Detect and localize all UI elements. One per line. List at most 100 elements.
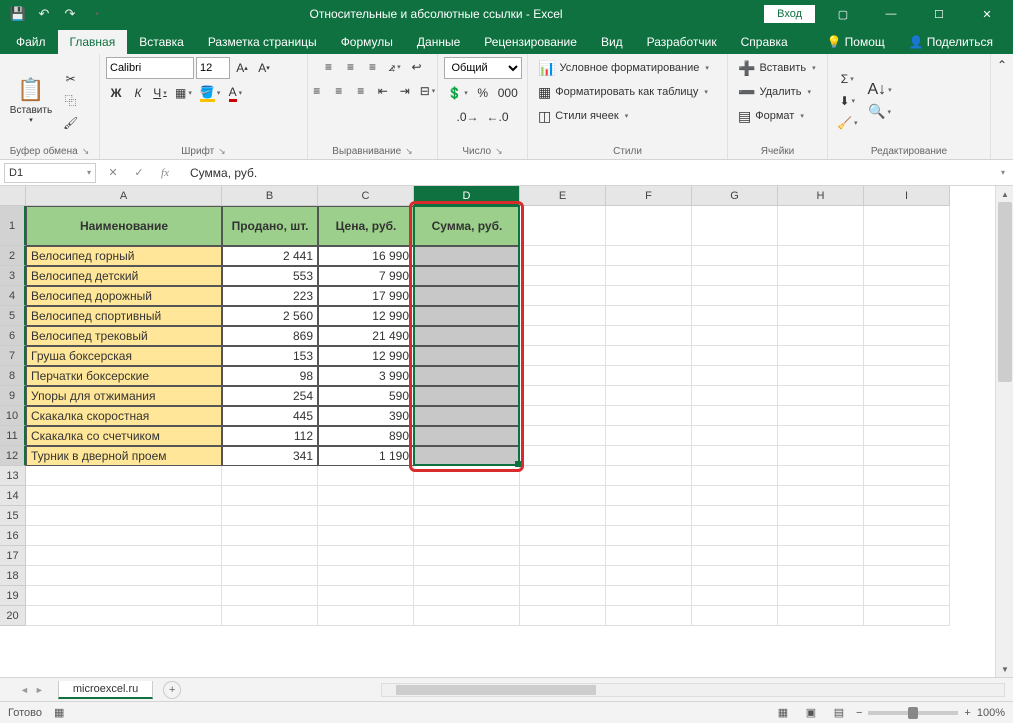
find-icon[interactable]: 🔍 (864, 102, 894, 122)
cell-B2[interactable]: 2 441 (222, 246, 318, 266)
row-header-11[interactable]: 11 (0, 426, 26, 446)
cell-B10[interactable]: 445 (222, 406, 318, 426)
cell-H20[interactable] (778, 606, 864, 626)
align-left-icon[interactable]: ≡ (307, 81, 327, 101)
collapse-ribbon-icon[interactable]: ⌃ (991, 54, 1013, 159)
cell-G3[interactable] (692, 266, 778, 286)
cell-F15[interactable] (606, 506, 692, 526)
cell-I4[interactable] (864, 286, 950, 306)
cell-D13[interactable] (414, 466, 520, 486)
row-header-12[interactable]: 12 (0, 446, 26, 466)
fill-color-icon[interactable]: 🪣 (197, 83, 223, 103)
bold-button[interactable]: Ж (106, 83, 126, 103)
tab-рецензирование[interactable]: Рецензирование (472, 30, 589, 54)
cell-C7[interactable]: 12 990 (318, 346, 414, 366)
conditional-format-button[interactable]: 📊Условное форматирование (534, 57, 721, 79)
login-button[interactable]: Вход (764, 5, 815, 23)
cell-H15[interactable] (778, 506, 864, 526)
align-right-icon[interactable]: ≡ (351, 81, 371, 101)
cell-D18[interactable] (414, 566, 520, 586)
format-cells-button[interactable]: ▤Формат (734, 105, 821, 127)
align-launcher[interactable]: ↘ (405, 146, 413, 157)
cell-G12[interactable] (692, 446, 778, 466)
cell-C18[interactable] (318, 566, 414, 586)
cell-C4[interactable]: 17 990 (318, 286, 414, 306)
cell-E7[interactable] (520, 346, 606, 366)
cell-G15[interactable] (692, 506, 778, 526)
cell-G9[interactable] (692, 386, 778, 406)
cell-C14[interactable] (318, 486, 414, 506)
cell-D15[interactable] (414, 506, 520, 526)
tab-разработчик[interactable]: Разработчик (635, 30, 729, 54)
cell-D7[interactable] (414, 346, 520, 366)
cell-F17[interactable] (606, 546, 692, 566)
cell-C15[interactable] (318, 506, 414, 526)
cell-G5[interactable] (692, 306, 778, 326)
col-header-B[interactable]: B (222, 186, 318, 206)
save-icon[interactable]: 💾 (6, 2, 30, 26)
row-header-9[interactable]: 9 (0, 386, 26, 406)
align-middle-icon[interactable]: ≡ (341, 57, 361, 77)
cell-G14[interactable] (692, 486, 778, 506)
cell-B1[interactable]: Продано, шт. (222, 206, 318, 246)
cell-D17[interactable] (414, 546, 520, 566)
cell-B9[interactable]: 254 (222, 386, 318, 406)
expand-formula-icon[interactable]: ▾ (993, 168, 1013, 177)
cell-D11[interactable] (414, 426, 520, 446)
cut-icon[interactable]: ✂ (60, 69, 81, 89)
cell-E12[interactable] (520, 446, 606, 466)
cell-I5[interactable] (864, 306, 950, 326)
cell-I17[interactable] (864, 546, 950, 566)
col-header-F[interactable]: F (606, 186, 692, 206)
number-launcher[interactable]: ↘ (495, 146, 503, 157)
cell-C1[interactable]: Цена, руб. (318, 206, 414, 246)
col-header-E[interactable]: E (520, 186, 606, 206)
clipboard-launcher[interactable]: ↘ (82, 146, 90, 157)
col-header-D[interactable]: D (414, 186, 520, 206)
cell-G7[interactable] (692, 346, 778, 366)
cell-D2[interactable] (414, 246, 520, 266)
zoom-out-icon[interactable]: − (856, 707, 862, 719)
cell-G10[interactable] (692, 406, 778, 426)
cell-A3[interactable]: Велосипед детский (26, 266, 222, 286)
format-table-button[interactable]: ▦Форматировать как таблицу (534, 81, 721, 103)
scroll-down-icon[interactable]: ▼ (996, 661, 1013, 677)
currency-icon[interactable]: 💲 (444, 83, 470, 103)
tab-справка[interactable]: Справка (729, 30, 800, 54)
cell-F4[interactable] (606, 286, 692, 306)
col-header-C[interactable]: C (318, 186, 414, 206)
select-all-corner[interactable] (0, 186, 26, 206)
cell-E4[interactable] (520, 286, 606, 306)
normal-view-icon[interactable]: ▦ (772, 704, 794, 722)
cell-G18[interactable] (692, 566, 778, 586)
cell-E15[interactable] (520, 506, 606, 526)
cell-I7[interactable] (864, 346, 950, 366)
row-header-16[interactable]: 16 (0, 526, 26, 546)
horizontal-scrollbar[interactable] (381, 683, 1005, 697)
align-bottom-icon[interactable]: ≡ (363, 57, 383, 77)
cell-G2[interactable] (692, 246, 778, 266)
cell-D1[interactable]: Сумма, руб. (414, 206, 520, 246)
cell-C16[interactable] (318, 526, 414, 546)
cell-B6[interactable]: 869 (222, 326, 318, 346)
cell-I19[interactable] (864, 586, 950, 606)
row-header-7[interactable]: 7 (0, 346, 26, 366)
cell-G20[interactable] (692, 606, 778, 626)
cell-B20[interactable] (222, 606, 318, 626)
comma-icon[interactable]: 000 (495, 83, 521, 103)
tab-главная[interactable]: Главная (58, 30, 128, 54)
prev-sheet-icon[interactable]: ◄ (20, 685, 29, 695)
cell-A4[interactable]: Велосипед дорожный (26, 286, 222, 306)
cell-G16[interactable] (692, 526, 778, 546)
cell-C9[interactable]: 590 (318, 386, 414, 406)
cell-D8[interactable] (414, 366, 520, 386)
cell-C5[interactable]: 12 990 (318, 306, 414, 326)
cell-E5[interactable] (520, 306, 606, 326)
row-header-6[interactable]: 6 (0, 326, 26, 346)
cell-I15[interactable] (864, 506, 950, 526)
cell-A18[interactable] (26, 566, 222, 586)
cell-H9[interactable] (778, 386, 864, 406)
delete-cells-button[interactable]: ➖Удалить (734, 81, 821, 103)
cell-F20[interactable] (606, 606, 692, 626)
cell-I18[interactable] (864, 566, 950, 586)
